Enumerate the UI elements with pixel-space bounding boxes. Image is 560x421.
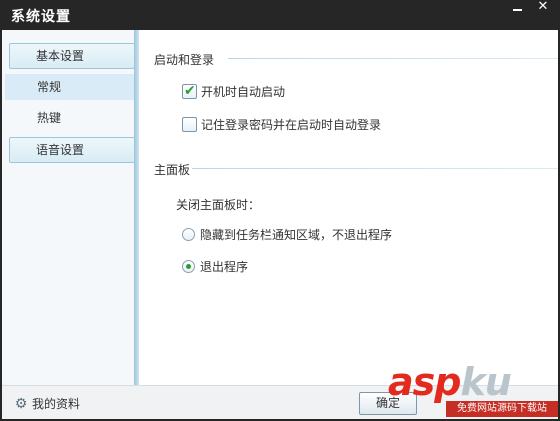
option-label: 记住登录密码并在启动时自动登录 bbox=[201, 117, 382, 132]
watermark-brand-ku: ku bbox=[460, 360, 511, 404]
section-title-startup-login: 启动和登录 bbox=[154, 53, 215, 67]
sidebar-group-basic-settings[interactable]: 基本设置 bbox=[9, 43, 135, 69]
option-remember-password[interactable]: 记住登录密码并在启动时自动登录 bbox=[182, 115, 381, 133]
watermark-tagline: 免费网站源码下载站 bbox=[446, 401, 558, 417]
hide-to-tray-radio[interactable] bbox=[182, 227, 195, 241]
section-divider bbox=[192, 168, 558, 169]
option-hide-to-tray[interactable]: 隐藏到任务栏通知区域，不退出程序 bbox=[182, 225, 392, 243]
sidebar-item-hotkeys[interactable]: 热键 bbox=[5, 105, 136, 131]
sidebar-group-label: 语音设置 bbox=[36, 143, 85, 157]
option-auto-start[interactable]: ✔ 开机时自动启动 bbox=[182, 82, 285, 100]
checkmark-icon: ✔ bbox=[184, 82, 196, 99]
section-divider bbox=[228, 58, 558, 59]
settings-panel: 启动和登录 ✔ 开机时自动启动 记住登录密码并在启动时自动登录 主面板 关闭主面… bbox=[140, 30, 558, 385]
sidebar-group-voice-settings[interactable]: 语音设置 bbox=[9, 137, 135, 163]
minimize-icon bbox=[513, 9, 522, 11]
auto-start-checkbox[interactable]: ✔ bbox=[182, 82, 197, 99]
sidebar-item-label: 常规 bbox=[37, 80, 62, 94]
option-exit-program[interactable]: 退出程序 bbox=[182, 257, 248, 275]
sidebar-item-general[interactable]: 常规 bbox=[5, 74, 136, 100]
remember-password-checkbox[interactable] bbox=[182, 116, 197, 132]
watermark-logo: aspku bbox=[388, 360, 512, 404]
sidebar-group-label: 基本设置 bbox=[36, 49, 85, 63]
option-label: 退出程序 bbox=[200, 259, 249, 274]
title-bar: 系统设置 ✕ bbox=[0, 0, 560, 30]
site-watermark: aspku 免费网站源码下载站 bbox=[388, 360, 558, 418]
watermark-brand-asp: asp bbox=[388, 360, 461, 404]
sidebar: 基本设置 常规 热键 语音设置 bbox=[2, 30, 136, 385]
window-title: 系统设置 bbox=[11, 9, 71, 25]
sidebar-item-label: 热键 bbox=[37, 111, 62, 125]
radio-selected-dot bbox=[186, 263, 191, 269]
sidebar-divider bbox=[134, 30, 139, 385]
close-button[interactable]: ✕ bbox=[530, 0, 556, 18]
option-label: 开机时自动启动 bbox=[201, 84, 286, 99]
option-label: 隐藏到任务栏通知区域，不退出程序 bbox=[200, 227, 393, 242]
my-profile-label: 我的资料 bbox=[32, 397, 81, 411]
gear-icon: ⚙ bbox=[14, 395, 28, 412]
section-title-main-panel: 主面板 bbox=[154, 163, 191, 177]
close-panel-label: 关闭主面板时： bbox=[176, 198, 261, 212]
close-icon: ✕ bbox=[537, 0, 549, 14]
exit-program-radio[interactable] bbox=[182, 259, 195, 273]
my-profile-link[interactable]: ⚙ 我的资料 bbox=[14, 395, 80, 412]
minimize-button[interactable] bbox=[505, 0, 529, 18]
